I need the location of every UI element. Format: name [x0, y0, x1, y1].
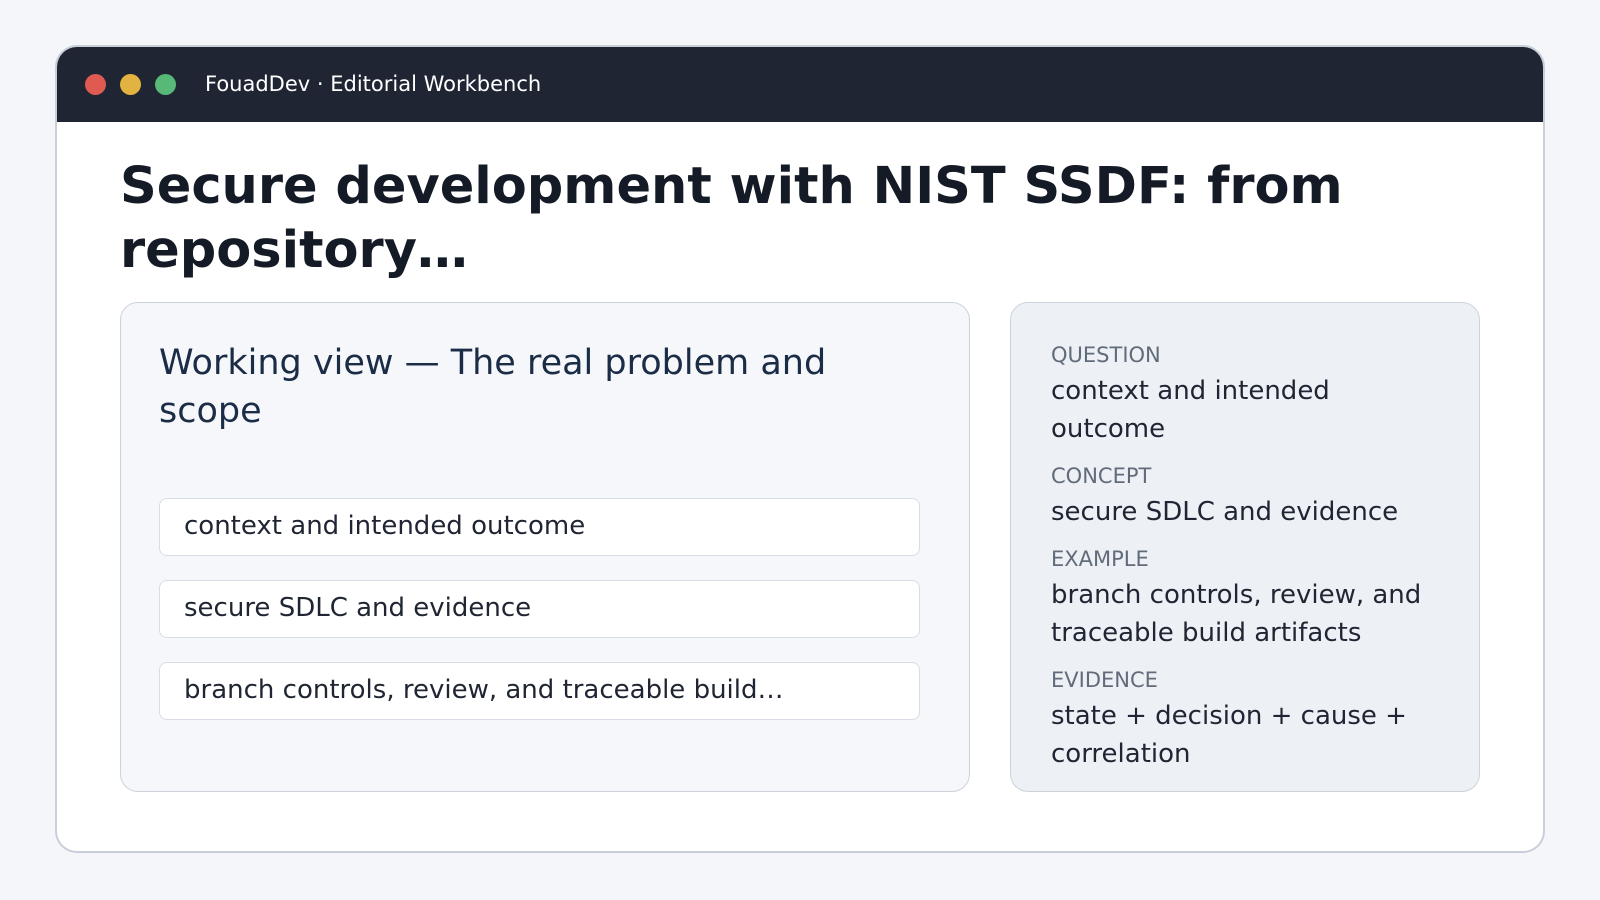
working-view-item[interactable]: context and intended outcome [159, 498, 920, 556]
evidence-label: EVIDENCE [1051, 668, 1158, 692]
maximize-window-button[interactable] [155, 74, 176, 95]
working-view-panel: Working view — The real problem and scop… [120, 302, 970, 792]
question-value: context and intended outcome [1051, 376, 1330, 444]
detail-list: QUESTION context and intended outcome CO… [1051, 341, 1451, 787]
detail-panel: QUESTION context and intended outcome CO… [1010, 302, 1480, 792]
close-window-button[interactable] [85, 74, 106, 95]
working-view-item[interactable]: secure SDLC and evidence [159, 580, 920, 638]
working-view-title: Working view — The real problem and scop… [159, 343, 827, 431]
example-value: branch controls, review, and traceable b… [1051, 580, 1422, 648]
example-label: EXAMPLE [1051, 547, 1149, 571]
title-bar: FouadDev · Editorial Workbench [57, 47, 1543, 122]
concept-value: secure SDLC and evidence [1051, 497, 1399, 527]
app-window: FouadDev · Editorial Workbench Secure de… [55, 45, 1545, 853]
concept-label: CONCEPT [1051, 464, 1152, 488]
minimize-window-button[interactable] [120, 74, 141, 95]
window-title: FouadDev · Editorial Workbench [205, 72, 542, 96]
page-title: Secure development with NIST SSDF: from … [120, 157, 1343, 280]
evidence-value: state + decision + cause + correlation [1051, 701, 1407, 769]
working-view-item[interactable]: branch controls, review, and traceable b… [159, 662, 920, 720]
question-label: QUESTION [1051, 343, 1161, 367]
